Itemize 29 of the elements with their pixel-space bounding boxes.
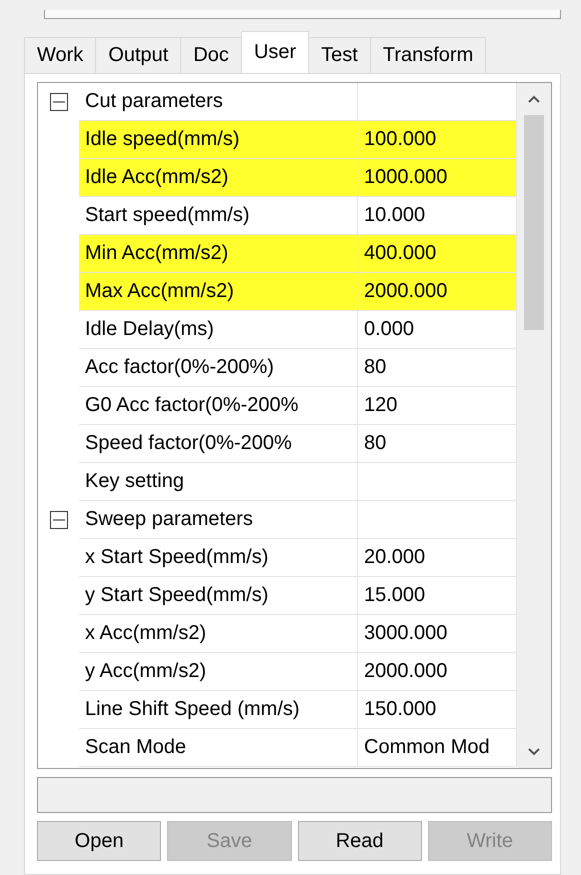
tab[interactable]: Transform — [370, 37, 486, 73]
property-name: Speed factor(0%-200% — [79, 425, 358, 463]
property-name: Idle Acc(mm/s2) — [79, 159, 358, 197]
property-value[interactable]: 400.000 — [358, 235, 517, 273]
action-button[interactable]: Read — [298, 821, 422, 861]
action-button[interactable]: Open — [37, 821, 162, 861]
property-name: y Start Speed(mm/s) — [79, 577, 358, 615]
property-name: Idle speed(mm/s) — [79, 121, 358, 159]
property-name: Key setting — [79, 463, 358, 501]
property-name: Acc factor(0%-200%) — [79, 349, 358, 387]
collapse-icon[interactable] — [50, 93, 68, 111]
property-value[interactable]: 100.000 — [358, 121, 517, 159]
tab[interactable]: User — [240, 31, 310, 73]
property-name: Idle Delay(ms) — [79, 311, 358, 349]
property-name: Scan Mode — [79, 729, 358, 767]
section-label: Sweep parameters — [79, 501, 358, 539]
tab[interactable]: Work — [24, 37, 96, 73]
property-name: x Acc(mm/s2) — [79, 615, 358, 653]
scrollbar[interactable] — [517, 83, 551, 768]
property-name: G0 Acc factor(0%-200% — [79, 387, 358, 425]
property-name: y Acc(mm/s2) — [79, 653, 358, 691]
property-name: x Start Speed(mm/s) — [79, 539, 358, 577]
property-name: Line Shift Speed (mm/s) — [79, 691, 358, 729]
property-value[interactable]: 1000.000 — [358, 159, 517, 197]
collapse-icon[interactable] — [50, 511, 68, 529]
property-name: Min Acc(mm/s2) — [79, 235, 358, 273]
property-value[interactable]: 2000.000 — [358, 273, 517, 311]
scroll-thumb[interactable] — [524, 115, 544, 330]
property-name: Max Acc(mm/s2) — [79, 273, 358, 311]
